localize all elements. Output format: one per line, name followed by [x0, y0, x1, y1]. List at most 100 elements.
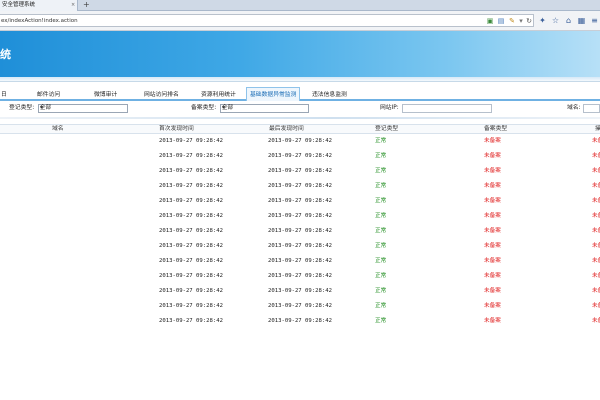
filter-divider — [0, 117, 600, 119]
browser-tab[interactable]: 安全管理系统 × — [0, 0, 78, 11]
reg-type-cell: 正常 — [375, 273, 387, 279]
tab-log[interactable]: 日 — [0, 89, 10, 101]
operation-cell: 未备 — [592, 168, 600, 174]
reg-type-cell: 正常 — [375, 288, 387, 294]
first-seen-cell: 2013-09-27 09:28:42 — [159, 273, 223, 279]
table-row[interactable]: 2013-09-27 09:28:42 2013-09-27 09:28:42 正常… — [0, 181, 600, 196]
operation-cell: 未备 — [592, 138, 600, 144]
reg-type-cell: 正常 — [375, 138, 387, 144]
table-row[interactable]: 2013-09-27 09:28:42 2013-09-27 09:28:42 正常… — [0, 211, 600, 226]
domain-input[interactable] — [583, 104, 600, 113]
reload-icon[interactable]: ↻ — [525, 17, 533, 25]
filing-type-cell: 未备案 — [484, 168, 501, 174]
first-seen-cell: 2013-09-27 09:28:42 — [159, 213, 223, 219]
chevron-down-icon: ▾ — [40, 105, 43, 111]
site-ip-label: 网站IP: — [380, 105, 399, 111]
table-row[interactable]: 2013-09-27 09:28:42 2013-09-27 09:28:42 正常… — [0, 286, 600, 301]
filing-type-select[interactable]: 全部 ▾ — [220, 104, 309, 113]
bird-icon[interactable]: ✦ — [538, 16, 547, 25]
filing-type-cell: 未备案 — [484, 213, 501, 219]
table-header: 域名 首次发现时间 最后发现时间 登记类型 备案类型 操 — [0, 124, 600, 134]
operation-cell: 未备 — [592, 153, 600, 159]
first-seen-cell: 2013-09-27 09:28:42 — [159, 153, 223, 159]
tab-illegal-info[interactable]: 违法信息监测 — [309, 89, 350, 101]
filing-type-cell: 未备案 — [484, 198, 501, 204]
filing-type-cell: 未备案 — [484, 273, 501, 279]
col-operation[interactable]: 操 — [595, 125, 600, 134]
col-reg-type[interactable]: 登记类型 — [375, 125, 398, 134]
last-seen-cell: 2013-09-27 09:28:42 — [268, 318, 332, 324]
first-seen-cell: 2013-09-27 09:28:42 — [159, 183, 223, 189]
last-seen-cell: 2013-09-27 09:28:42 — [268, 183, 332, 189]
star-icon[interactable]: ☆ — [551, 16, 560, 25]
operation-cell: 未备 — [592, 183, 600, 189]
filing-type-cell: 未备案 — [484, 303, 501, 309]
table-row[interactable]: 2013-09-27 09:28:42 2013-09-27 09:28:42 正常… — [0, 196, 600, 211]
reg-type-cell: 正常 — [375, 228, 387, 234]
last-seen-cell: 2013-09-27 09:28:42 — [268, 258, 332, 264]
table-row[interactable]: 2013-09-27 09:28:42 2013-09-27 09:28:42 正常… — [0, 166, 600, 181]
url-text: ex/indexAction!index.action — [1, 18, 78, 24]
tab-site-ranking[interactable]: 网站访问排名 — [141, 89, 182, 101]
table-row[interactable]: 2013-09-27 09:28:42 2013-09-27 09:28:42 正常… — [0, 316, 600, 331]
table-row[interactable]: 2013-09-27 09:28:42 2013-09-27 09:28:42 正常… — [0, 256, 600, 271]
table-row[interactable]: 2013-09-27 09:28:42 2013-09-27 09:28:42 正常… — [0, 151, 600, 166]
last-seen-cell: 2013-09-27 09:28:42 — [268, 228, 332, 234]
reg-type-cell: 正常 — [375, 183, 387, 189]
menu-icon[interactable]: ≡ — [590, 16, 599, 25]
operation-cell: 未备 — [592, 243, 600, 249]
app-header-banner: 统 — [0, 31, 600, 77]
filing-type-cell: 未备案 — [484, 243, 501, 249]
last-seen-cell: 2013-09-27 09:28:42 — [268, 153, 332, 159]
first-seen-cell: 2013-09-27 09:28:42 — [159, 258, 223, 264]
site-ip-input[interactable] — [402, 104, 492, 113]
new-tab-button[interactable]: + — [83, 0, 90, 10]
app-title: 统 — [0, 48, 11, 61]
domain-label: 域名: — [567, 105, 581, 111]
reg-type-cell: 正常 — [375, 318, 387, 324]
last-seen-cell: 2013-09-27 09:28:42 — [268, 303, 332, 309]
table-row[interactable]: 2013-09-27 09:28:42 2013-09-27 09:28:42 正常… — [0, 226, 600, 241]
first-seen-cell: 2013-09-27 09:28:42 — [159, 288, 223, 294]
reg-type-cell: 正常 — [375, 168, 387, 174]
col-last-seen[interactable]: 最后发现时间 — [269, 125, 304, 134]
filing-type-cell: 未备案 — [484, 228, 501, 234]
extension-icon[interactable]: ✎ — [508, 17, 516, 25]
reg-type-select[interactable]: 全部 ▾ — [38, 104, 128, 113]
browser-tab-strip: 安全管理系统 × + — [0, 0, 600, 11]
tab-weibo-audit[interactable]: 微博审计 — [91, 89, 120, 101]
home-icon[interactable]: ⌂ — [564, 16, 573, 25]
clipboard-icon[interactable]: ▦ — [577, 16, 586, 25]
operation-cell: 未备 — [592, 288, 600, 294]
table-row[interactable]: 2013-09-27 09:28:42 2013-09-27 09:28:42 正常… — [0, 241, 600, 256]
filter-bar: 登记类型: 全部 ▾ 备案类型: 全部 ▾ 网站IP: 域名: — [0, 102, 600, 116]
tab-resource-stats[interactable]: 资源利用统计 — [198, 89, 239, 101]
filing-type-cell: 未备案 — [484, 318, 501, 324]
operation-cell: 未备 — [592, 273, 600, 279]
close-tab-icon[interactable]: × — [71, 0, 75, 11]
table-row[interactable]: 2013-09-27 09:28:42 2013-09-27 09:28:42 正常… — [0, 271, 600, 286]
browser-nav-bar: ex/indexAction!index.action ▣ ▤ ✎ ▾ ↻ ✦ … — [0, 11, 600, 31]
table-row[interactable]: 2013-09-27 09:28:42 2013-09-27 09:28:42 正常… — [0, 136, 600, 151]
last-seen-cell: 2013-09-27 09:28:42 — [268, 213, 332, 219]
col-filing-type[interactable]: 备案类型 — [484, 125, 507, 134]
address-bar[interactable]: ex/indexAction!index.action ▣ ▤ ✎ ▾ ↻ — [0, 14, 534, 27]
tab-email-access[interactable]: 邮件访问 — [34, 89, 63, 101]
bookmark-icon[interactable]: ▤ — [497, 17, 505, 25]
chevron-down-icon[interactable]: ▾ — [517, 17, 525, 25]
col-first-seen[interactable]: 首次发现时间 — [159, 125, 194, 134]
reg-type-cell: 正常 — [375, 213, 387, 219]
filing-type-label: 备案类型: — [191, 105, 217, 111]
last-seen-cell: 2013-09-27 09:28:42 — [268, 138, 332, 144]
first-seen-cell: 2013-09-27 09:28:42 — [159, 198, 223, 204]
last-seen-cell: 2013-09-27 09:28:42 — [268, 243, 332, 249]
col-domain[interactable]: 域名 — [52, 125, 64, 134]
reg-type-cell: 正常 — [375, 303, 387, 309]
shield-icon[interactable]: ▣ — [486, 17, 494, 25]
browser-tab-title: 安全管理系统 — [2, 2, 36, 8]
filing-type-cell: 未备案 — [484, 183, 501, 189]
table-row[interactable]: 2013-09-27 09:28:42 2013-09-27 09:28:42 正常… — [0, 301, 600, 316]
tab-basic-data-anomaly[interactable]: 基础数据异常监测 — [246, 87, 301, 101]
filing-type-cell: 未备案 — [484, 288, 501, 294]
filing-type-cell: 未备案 — [484, 258, 501, 264]
